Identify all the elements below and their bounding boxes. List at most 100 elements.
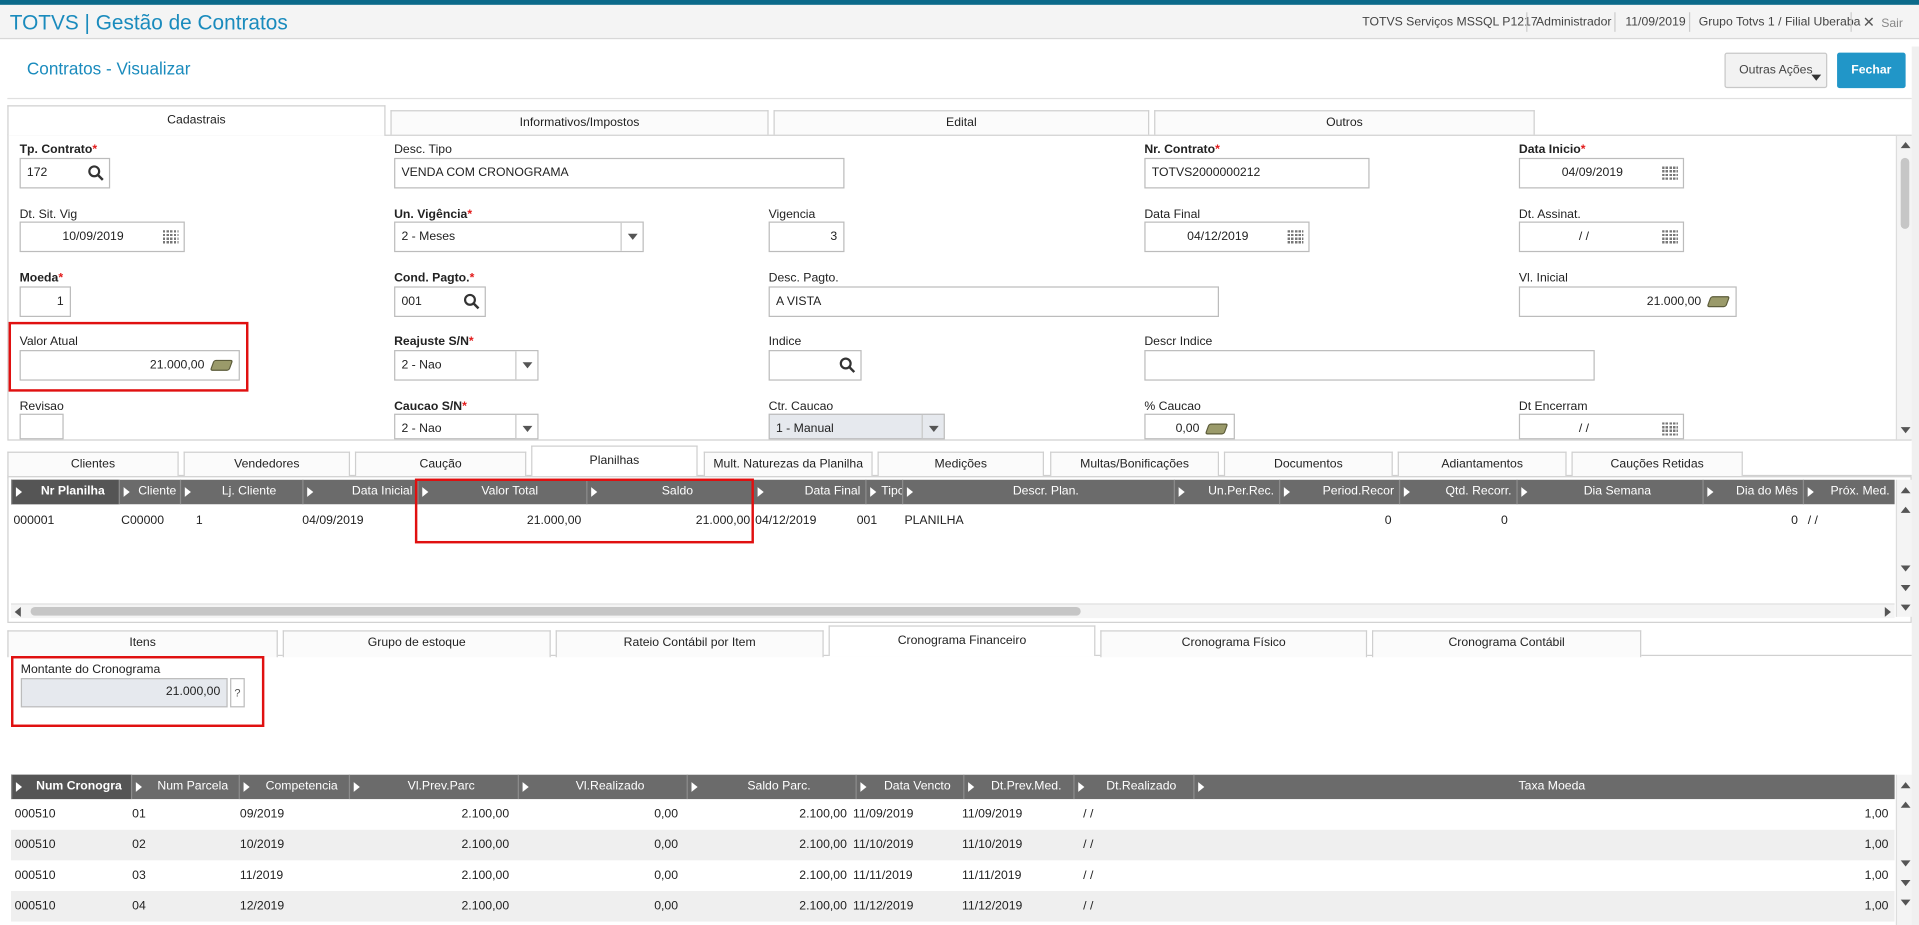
col-valor-total[interactable]: Valor Total <box>417 479 586 505</box>
calendar-icon[interactable] <box>1662 422 1678 436</box>
chevron-down-icon[interactable] <box>515 414 538 439</box>
col-tipo[interactable]: Tipo <box>865 479 902 505</box>
chevron-down-icon[interactable] <box>515 351 538 380</box>
page-scrollbar[interactable] <box>1911 46 1919 925</box>
tab-documentos[interactable]: Documentos <box>1223 451 1393 479</box>
col-un-per-rec[interactable]: Un.Per.Rec. <box>1173 479 1279 505</box>
col-descr-plan[interactable]: Descr. Plan. <box>902 479 1174 505</box>
col-qtd-recorr[interactable]: Qtd. Recorr. <box>1398 479 1516 505</box>
form-scrollbar[interactable] <box>1895 135 1913 440</box>
col-vl-prev-parc[interactable]: Vl.Prev.Parc <box>348 774 518 800</box>
exit-button[interactable]: ✕ Sair <box>1863 13 1903 30</box>
cond-pagto-input[interactable]: 001 <box>394 286 486 317</box>
chevron-down-icon[interactable] <box>620 222 643 251</box>
dt-sit-vig-input[interactable]: 10/09/2019 <box>19 221 185 253</box>
scroll-up-icon[interactable] <box>1900 782 1911 789</box>
tab-planilhas[interactable]: Planilhas <box>531 445 698 477</box>
tab-cadastrais[interactable]: Cadastrais <box>7 105 386 136</box>
ctr-caucao-select[interactable]: 1 - Manual <box>768 413 945 440</box>
tab-multas[interactable]: Multas/Bonificações <box>1050 451 1220 479</box>
scroll-down-icon[interactable] <box>1900 604 1911 611</box>
col-data-vencto[interactable]: Data Vencto <box>855 774 964 800</box>
other-actions-button[interactable]: Outras Ações <box>1724 52 1828 89</box>
descr-indice-input[interactable] <box>1144 350 1595 381</box>
scroll-down-icon[interactable] <box>1900 899 1911 906</box>
tab-grupo-estoque[interactable]: Grupo de estoque <box>282 630 551 658</box>
table-row[interactable]: 000510 03 11/2019 2.100,00 0,00 2.100,00 11/11… <box>11 860 1895 891</box>
tab-edital[interactable]: Edital <box>773 110 1150 138</box>
scroll-down-icon[interactable] <box>1900 427 1911 434</box>
col-dia-do-mes[interactable]: Dia do Mês <box>1702 479 1802 505</box>
col-num-cronogra[interactable]: Num Cronogra <box>11 774 131 800</box>
chevron-down-icon[interactable] <box>921 414 944 439</box>
tab-outros[interactable]: Outros <box>1154 110 1535 138</box>
pct-caucao-input[interactable]: 0,00 <box>1144 413 1235 440</box>
col-competencia[interactable]: Competencia <box>238 774 349 800</box>
data-final-input[interactable]: 04/12/2019 <box>1144 221 1310 253</box>
calendar-icon[interactable] <box>1662 166 1678 180</box>
search-icon[interactable] <box>86 163 107 184</box>
tp-contrato-input[interactable]: 172 <box>19 157 111 189</box>
tab-rateio-contabil[interactable]: Rateio Contábil por Item <box>555 630 824 658</box>
indice-input[interactable] <box>768 350 862 381</box>
dt-encerram-input[interactable]: / / <box>1518 413 1685 440</box>
reajuste-select[interactable]: 2 - Nao <box>394 350 539 381</box>
calendar-icon[interactable] <box>1662 230 1678 244</box>
scroll-down-icon[interactable] <box>1900 879 1911 887</box>
tab-cronograma-fisico[interactable]: Cronograma Físico <box>1100 630 1368 658</box>
scroll-left-icon[interactable] <box>14 607 21 617</box>
table-row[interactable]: 000510 01 09/2019 2.100,00 0,00 2.100,00 11/09… <box>11 799 1895 830</box>
col-data-final[interactable]: Data Final <box>752 479 866 505</box>
tab-mult-naturezas[interactable]: Mult. Naturezas da Planilha <box>703 451 873 479</box>
moeda-input[interactable]: 1 <box>19 286 71 317</box>
help-button[interactable]: ? <box>230 678 245 708</box>
nr-contrato-input[interactable]: TOTVS2000000212 <box>1144 157 1370 189</box>
scroll-down-icon[interactable] <box>1900 860 1911 867</box>
col-cliente[interactable]: Cliente <box>118 479 180 505</box>
tab-itens[interactable]: Itens <box>7 630 278 658</box>
scroll-thumb[interactable] <box>1900 157 1910 229</box>
scroll-up-icon[interactable] <box>1900 801 1911 808</box>
table-row[interactable]: 000001 C00000 1 04/09/2019 21.000,00 21.… <box>11 504 1895 536</box>
col-data-inicial[interactable]: Data Inicial <box>302 479 417 505</box>
col-dia-semana[interactable]: Dia Semana <box>1516 479 1702 505</box>
planilhas-hscroll[interactable] <box>11 603 1895 619</box>
table-row[interactable]: 000510 04 12/2019 2.100,00 0,00 2.100,00 11/12… <box>11 890 1895 922</box>
desc-tipo-input[interactable]: VENDA COM CRONOGRAMA <box>394 157 845 189</box>
col-saldo-parc[interactable]: Saldo Parc. <box>686 774 856 800</box>
scroll-up-icon[interactable] <box>1900 487 1911 494</box>
tab-cronograma-contabil[interactable]: Cronograma Contábil <box>1371 630 1642 658</box>
planilhas-vscroll[interactable] <box>1895 479 1913 617</box>
un-vigencia-select[interactable]: 2 - Meses <box>394 221 644 253</box>
tab-medicoes[interactable]: Medições <box>877 451 1044 479</box>
dt-assinat-input[interactable]: / / <box>1518 221 1685 253</box>
revisao-input[interactable] <box>19 413 64 440</box>
col-saldo[interactable]: Saldo <box>586 479 752 505</box>
tab-cronograma-financeiro[interactable]: Cronograma Financeiro <box>828 625 1096 657</box>
caucao-select[interactable]: 2 - Nao <box>394 413 539 440</box>
tab-adiantamentos[interactable]: Adiantamentos <box>1397 451 1567 479</box>
tab-caucao[interactable]: Caução <box>354 451 527 479</box>
calendar-icon[interactable] <box>1287 230 1304 244</box>
col-taxa-moeda[interactable]: Taxa Moeda <box>1193 774 1894 800</box>
scroll-down-icon[interactable] <box>1900 565 1911 572</box>
tab-caucoes-retidas[interactable]: Cauções Retidas <box>1571 451 1743 479</box>
search-icon[interactable] <box>461 291 482 312</box>
scroll-up-icon[interactable] <box>1900 141 1911 149</box>
scroll-thumb[interactable] <box>30 607 1081 616</box>
col-dt-realizado[interactable]: Dt.Realizado <box>1073 774 1193 800</box>
search-icon[interactable] <box>837 355 858 376</box>
vigencia-input[interactable]: 3 <box>768 221 845 253</box>
montante-input[interactable]: 21.000,00 <box>20 678 228 708</box>
calendar-icon[interactable] <box>162 230 179 244</box>
close-button[interactable]: Fechar <box>1837 52 1906 89</box>
scroll-down-icon[interactable] <box>1900 585 1911 592</box>
data-inicio-input[interactable]: 04/09/2019 <box>1518 157 1685 189</box>
col-vl-realizado[interactable]: Vl.Realizado <box>517 774 687 800</box>
cronograma-vscroll[interactable] <box>1895 774 1913 925</box>
scroll-right-icon[interactable] <box>1884 607 1891 617</box>
valor-atual-input[interactable]: 21.000,00 <box>19 350 240 381</box>
vl-inicial-input[interactable]: 21.000,00 <box>1518 286 1737 317</box>
desc-pagto-input[interactable]: A VISTA <box>768 286 1220 317</box>
col-dt-prev-med[interactable]: Dt.Prev.Med. <box>963 774 1073 800</box>
